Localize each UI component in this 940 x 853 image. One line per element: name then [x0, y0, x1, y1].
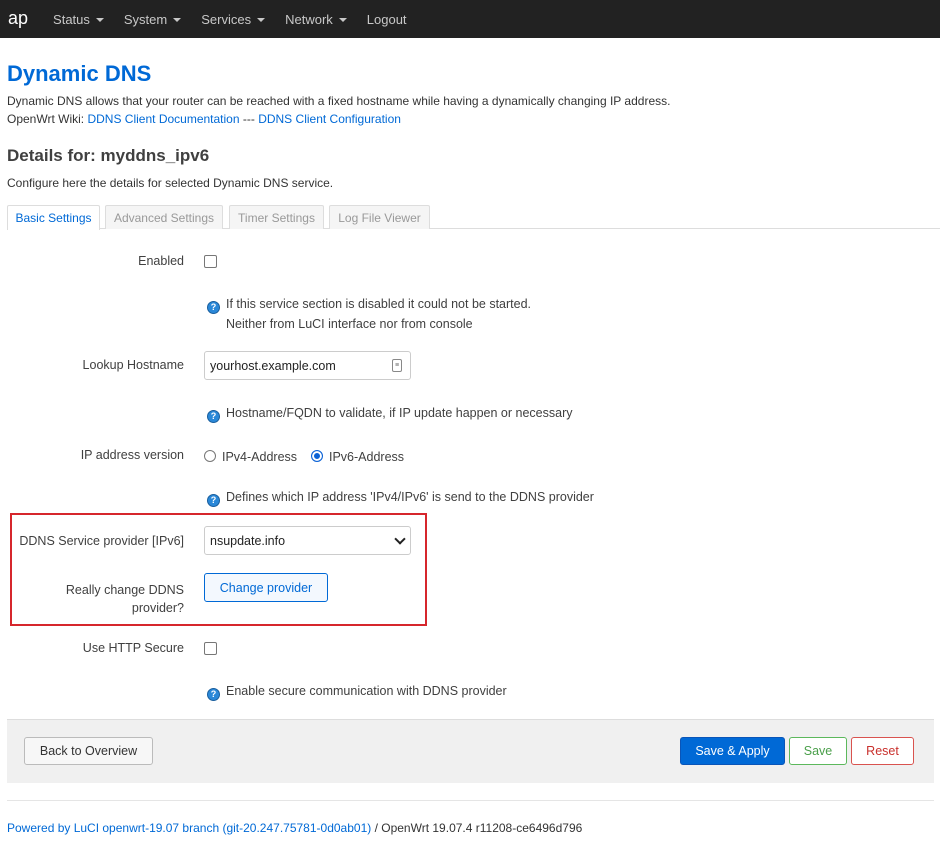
enabled-label: Enabled	[138, 254, 184, 268]
http-secure-label: Use HTTP Secure	[82, 641, 184, 655]
wiki-separator: ---	[239, 112, 259, 126]
save-button[interactable]: Save	[789, 737, 847, 765]
brand-hostname[interactable]: ap	[8, 8, 28, 29]
reset-button[interactable]: Reset	[851, 737, 914, 765]
service-provider-label: DDNS Service provider [IPv6]	[19, 534, 184, 548]
menu-services-label: Services	[201, 11, 252, 27]
enabled-help-line1: If this service section is disabled it c…	[226, 297, 532, 311]
menu-status[interactable]: Status	[53, 12, 104, 27]
save-apply-button[interactable]: Save & Apply	[680, 737, 785, 765]
ipv4-radio[interactable]	[204, 450, 216, 462]
menu-network[interactable]: Network	[285, 12, 347, 27]
lookup-hostname-help-text: Hostname/FQDN to validate, if IP update …	[226, 406, 573, 420]
tab-log-file-viewer[interactable]: Log File Viewer	[329, 205, 430, 229]
help-icon: ?	[207, 494, 220, 507]
http-secure-checkbox[interactable]	[204, 642, 217, 655]
tab-basic-settings[interactable]: Basic Settings	[7, 205, 100, 230]
ip-version-help: ? Defines which IP address 'IPv4/IPv6' is…	[207, 487, 594, 507]
caret-down-icon	[338, 17, 347, 22]
http-secure-help-text: Enable secure communication with DDNS pr…	[226, 684, 507, 698]
field-picker-icon[interactable]: ≡	[392, 359, 402, 372]
caret-down-icon	[257, 17, 266, 22]
settings-tabs: Basic Settings Advanced Settings Timer S…	[7, 205, 940, 230]
menu-system[interactable]: System	[123, 11, 182, 27]
http-secure-help: ? Enable secure communication with DDNS p…	[207, 681, 507, 701]
caret-down-icon	[173, 17, 182, 22]
menu-logout-label: Logout	[366, 11, 407, 27]
openwrt-version: / OpenWrt 19.07.4 r11208-ce6496d796	[371, 821, 583, 835]
back-to-overview-button[interactable]: Back to Overview	[24, 737, 153, 765]
enabled-help-line2: Neither from LuCI interface nor from con…	[226, 317, 473, 331]
ipv4-radio-label[interactable]: IPv4-Address	[222, 450, 297, 464]
details-title: Details for: myddns_ipv6	[7, 146, 210, 165]
change-provider-label-line1: Really change DDNS	[65, 583, 184, 597]
page-description: Dynamic DNS allows that your router can …	[7, 94, 671, 108]
page-title: Dynamic DNS	[7, 61, 152, 86]
lookup-hostname-value: yourhost.example.com	[210, 358, 336, 373]
menu-network-label: Network	[285, 11, 333, 27]
footer: Powered by LuCI openwrt-19.07 branch (gi…	[7, 821, 582, 835]
tab-advanced-settings[interactable]: Advanced Settings	[105, 205, 223, 229]
chevron-down-icon	[394, 533, 406, 545]
ddns-configuration-link[interactable]: DDNS Client Configuration	[258, 112, 401, 126]
luci-version-link[interactable]: Powered by LuCI openwrt-19.07 branch (gi…	[7, 821, 371, 835]
details-subtitle: Configure here the details for selected …	[7, 176, 334, 190]
service-provider-select[interactable]: nsupdate.info	[204, 526, 411, 555]
wiki-links: OpenWrt Wiki: DDNS Client Documentation …	[7, 112, 401, 126]
wiki-prefix: OpenWrt Wiki:	[7, 112, 88, 126]
menu-status-label: Status	[53, 11, 90, 27]
top-navbar: ap Status System Services Network Logout	[0, 0, 940, 38]
service-provider-value: nsupdate.info	[210, 533, 286, 548]
ipv6-radio-label[interactable]: IPv6-Address	[329, 450, 404, 464]
lookup-hostname-input[interactable]: yourhost.example.com ≡	[204, 351, 411, 380]
help-icon: ?	[207, 688, 220, 701]
change-provider-label: Really change DDNS provider?	[66, 581, 184, 617]
menu-logout[interactable]: Logout	[367, 12, 407, 27]
ip-version-help-text: Defines which IP address 'IPv4/IPv6' is …	[226, 490, 594, 504]
ip-version-label: IP address version	[80, 448, 184, 462]
lookup-hostname-help: ? Hostname/FQDN to validate, if IP update…	[207, 403, 572, 423]
ipv6-radio[interactable]	[311, 450, 323, 462]
help-icon: ?	[207, 301, 220, 314]
lookup-hostname-label: Lookup Hostname	[82, 358, 184, 372]
change-provider-button[interactable]: Change provider	[204, 573, 328, 602]
change-provider-label-line2: provider?	[131, 601, 184, 615]
help-icon: ?	[207, 410, 220, 423]
menu-system-label: System	[123, 11, 168, 27]
enabled-checkbox[interactable]	[204, 255, 217, 268]
ddns-documentation-link[interactable]: DDNS Client Documentation	[87, 112, 239, 126]
footer-divider	[7, 800, 934, 801]
tab-timer-settings[interactable]: Timer Settings	[229, 205, 324, 229]
enabled-help: ? If this service section is disabled it …	[207, 294, 531, 334]
caret-down-icon	[95, 17, 104, 22]
menu-services[interactable]: Services	[201, 11, 266, 27]
